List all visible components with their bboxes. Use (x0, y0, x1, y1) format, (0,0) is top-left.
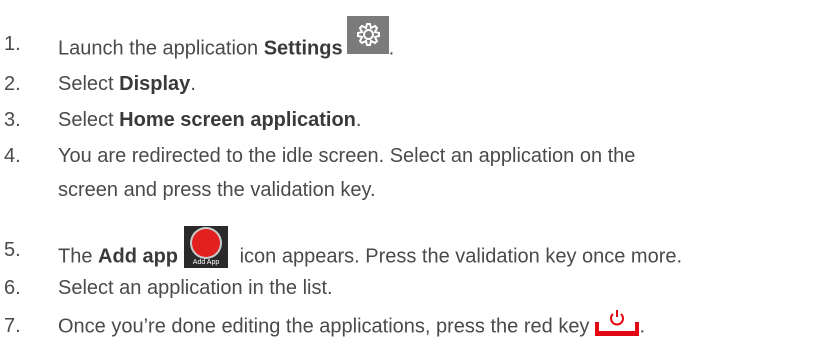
instruction-list: 1. Launch the application Settings . 2. … (0, 0, 836, 360)
step-number: 7. (4, 315, 21, 337)
step-number: 4. (4, 145, 21, 167)
step-number: 6. (4, 277, 21, 299)
power-icon (595, 306, 640, 336)
step-text: Once you’re done editing the application… (58, 306, 645, 342)
bold-term: Add app (98, 245, 179, 268)
step-number: 2. (4, 73, 21, 95)
bold-term: Home screen application (119, 109, 356, 131)
add-app-icon: Add App (184, 226, 229, 268)
step-number: 1. (4, 33, 21, 55)
add-app-label: Add App (192, 259, 220, 266)
step-text: The Add app Add App icon appears. Press t… (58, 226, 682, 278)
step-number: 5. (4, 239, 21, 261)
step-number: 3. (4, 109, 21, 131)
step-text: Select Home screen application. (58, 109, 362, 131)
step-text: screen and press the validation key. (58, 179, 376, 201)
step-text: Launch the application Settings . (58, 16, 394, 68)
step-text: You are redirected to the idle screen. S… (58, 145, 636, 167)
gear-icon (346, 16, 389, 54)
step-text: Select Display. (58, 73, 196, 95)
step-text: Select an application in the list. (58, 277, 333, 299)
bold-term: Display (119, 73, 191, 95)
bold-term: Settings (263, 37, 343, 60)
